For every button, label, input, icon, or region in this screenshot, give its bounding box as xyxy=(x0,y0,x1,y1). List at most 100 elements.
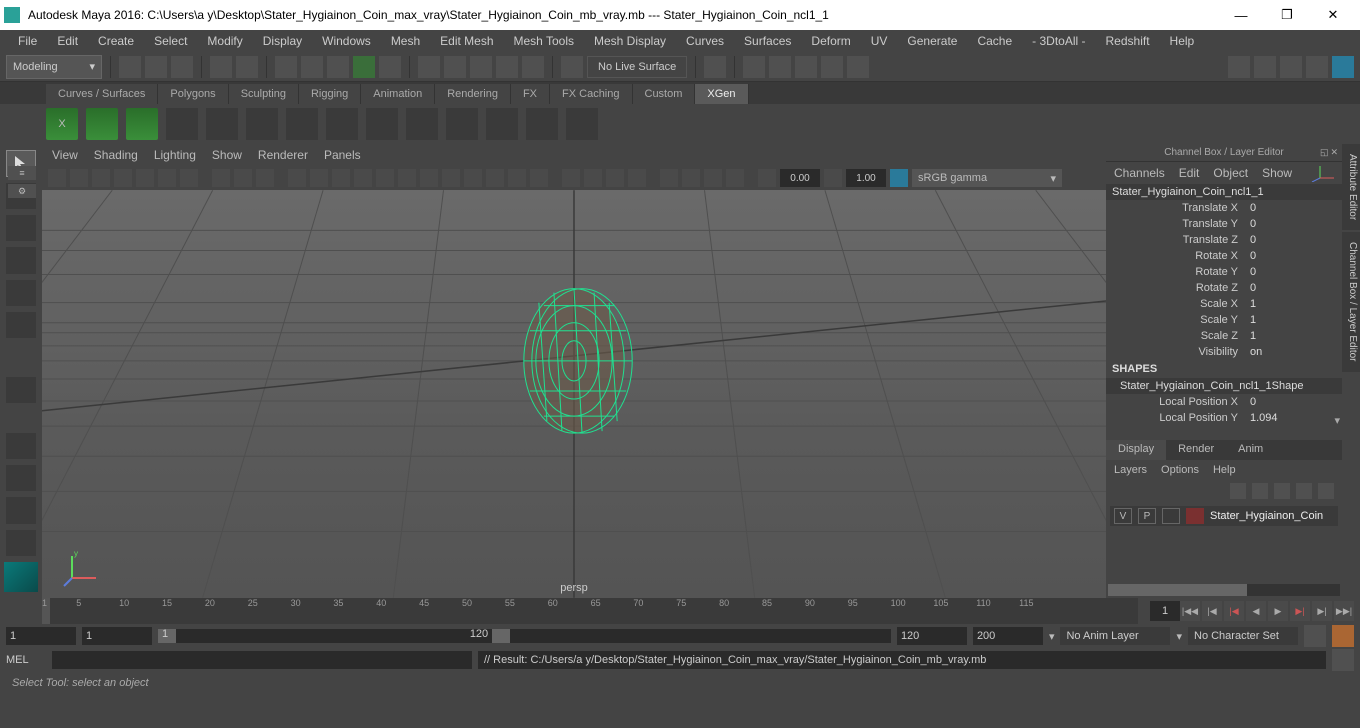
cb-menu-object[interactable]: Object xyxy=(1213,166,1248,180)
render-settings-button[interactable] xyxy=(795,56,817,78)
maximize-button[interactable]: ❐ xyxy=(1264,0,1310,30)
select-by-object-button[interactable] xyxy=(301,56,323,78)
new-scene-button[interactable] xyxy=(119,56,141,78)
range-handle-start[interactable]: 1 xyxy=(158,629,176,643)
viewport-menu-show[interactable]: Show xyxy=(212,148,242,162)
tab-channel-box[interactable]: Channel Box / Layer Editor xyxy=(1342,232,1360,372)
open-scene-button[interactable] xyxy=(145,56,167,78)
four-pane-button[interactable] xyxy=(6,465,36,491)
xgen-icon-14[interactable] xyxy=(566,108,598,140)
character-set-dropdown[interactable]: No Character Set xyxy=(1188,627,1298,645)
xgen-icon-8[interactable] xyxy=(326,108,358,140)
go-to-end-button[interactable]: ▶▶| xyxy=(1334,601,1354,621)
vp-icon[interactable] xyxy=(256,169,274,187)
vp-icon[interactable] xyxy=(310,169,328,187)
vp-icon[interactable] xyxy=(180,169,198,187)
vp-icon[interactable] xyxy=(486,169,504,187)
minimize-button[interactable]: — xyxy=(1218,0,1264,30)
shape-name[interactable]: Stater_Hygiainon_Coin_ncl1_1Shape xyxy=(1106,378,1342,394)
menu-help[interactable]: Help xyxy=(1160,31,1205,51)
vp-icon[interactable] xyxy=(70,169,88,187)
xgen-icon-2[interactable] xyxy=(86,108,118,140)
range-slider-track[interactable]: 1 120 xyxy=(158,629,891,643)
range-handle-end[interactable]: 120 xyxy=(492,629,510,643)
chevron-down-icon[interactable]: ▾ xyxy=(1176,630,1182,643)
vp-icon[interactable] xyxy=(660,169,678,187)
gamma-field[interactable]: 1.00 xyxy=(846,169,886,187)
layer-tab-render[interactable]: Render xyxy=(1166,440,1226,460)
layer-playback-toggle[interactable]: P xyxy=(1138,508,1156,524)
selection-mask-button[interactable] xyxy=(353,56,375,78)
save-scene-button[interactable] xyxy=(171,56,193,78)
menu-surfaces[interactable]: Surfaces xyxy=(734,31,801,51)
layer-icon-2[interactable] xyxy=(1252,483,1268,499)
layer-color-swatch[interactable] xyxy=(1186,508,1204,524)
vp-icon[interactable] xyxy=(136,169,154,187)
script-language-label[interactable]: MEL xyxy=(6,654,46,666)
layer-visibility-toggle[interactable]: V xyxy=(1114,508,1132,524)
move-tool[interactable] xyxy=(6,247,36,273)
panel-layout5-button[interactable] xyxy=(1332,56,1354,78)
rotate-tool[interactable] xyxy=(6,280,36,306)
vp-icon[interactable] xyxy=(562,169,580,187)
snap-grid-button[interactable] xyxy=(418,56,440,78)
panel-layout1-button[interactable] xyxy=(1228,56,1250,78)
snap-point-button[interactable] xyxy=(470,56,492,78)
menu-create[interactable]: Create xyxy=(88,31,144,51)
auto-key-button[interactable] xyxy=(1304,625,1326,647)
viewport-menu-panels[interactable]: Panels xyxy=(324,148,361,162)
menu-mesh-tools[interactable]: Mesh Tools xyxy=(504,31,584,51)
selected-object-name[interactable]: Stater_Hygiainon_Coin_ncl1_1 xyxy=(1106,184,1342,200)
cb-menu-show[interactable]: Show xyxy=(1262,166,1292,180)
shelf-tab-animation[interactable]: Animation xyxy=(361,84,435,104)
snap-plane-button[interactable] xyxy=(496,56,518,78)
xgen-icon-6[interactable] xyxy=(246,108,278,140)
attr-value-field[interactable]: 0 xyxy=(1246,250,1306,262)
chevron-down-icon[interactable]: ▾ xyxy=(1049,630,1055,643)
play-forward-button[interactable]: ▶ xyxy=(1268,601,1288,621)
vp-icon[interactable] xyxy=(332,169,350,187)
panel-layout3-button[interactable] xyxy=(1280,56,1302,78)
vp-icon[interactable] xyxy=(48,169,66,187)
construction-history-button[interactable] xyxy=(704,56,726,78)
layer-menu-layers[interactable]: Layers xyxy=(1114,464,1147,476)
attr-value-field[interactable]: 0 xyxy=(1246,202,1306,214)
xgen-icon-11[interactable] xyxy=(446,108,478,140)
select-by-component-button[interactable] xyxy=(327,56,349,78)
shelf-tab-rendering[interactable]: Rendering xyxy=(435,84,511,104)
vp-icon[interactable] xyxy=(114,169,132,187)
attr-value-field[interactable]: 1.094 xyxy=(1246,412,1306,424)
undock-icon[interactable]: ◱ xyxy=(1320,147,1329,158)
attr-value-field[interactable]: 0 xyxy=(1246,282,1306,294)
attr-value-field[interactable]: 0 xyxy=(1246,396,1306,408)
workspace-mode-dropdown[interactable]: Modeling▾ xyxy=(6,55,102,79)
menu-edit-mesh[interactable]: Edit Mesh xyxy=(430,31,503,51)
menu-mesh[interactable]: Mesh xyxy=(381,31,430,51)
menu-select[interactable]: Select xyxy=(144,31,197,51)
attr-value-field[interactable]: on xyxy=(1246,346,1306,358)
scale-tool[interactable] xyxy=(6,312,36,338)
menu-windows[interactable]: Windows xyxy=(312,31,381,51)
attr-value-field[interactable]: 0 xyxy=(1246,234,1306,246)
attr-value-field[interactable]: 0 xyxy=(1246,218,1306,230)
xgen-icon-4[interactable] xyxy=(166,108,198,140)
command-input[interactable] xyxy=(52,651,472,669)
display-layer-row[interactable]: V P Stater_Hygiainon_Coin xyxy=(1110,506,1338,526)
vp-grid-icon[interactable] xyxy=(212,169,230,187)
vp-icon[interactable] xyxy=(530,169,548,187)
render-view-button[interactable] xyxy=(821,56,843,78)
menu-mesh-display[interactable]: Mesh Display xyxy=(584,31,676,51)
xgen-icon-1[interactable]: X xyxy=(46,108,78,140)
set-key-button[interactable] xyxy=(1332,625,1354,647)
xgen-icon-13[interactable] xyxy=(526,108,558,140)
shelf-tab-rigging[interactable]: Rigging xyxy=(299,84,361,104)
playback-end-field[interactable]: 120 xyxy=(897,627,967,645)
menu-cache[interactable]: Cache xyxy=(967,31,1022,51)
shelf-tab-polygons[interactable]: Polygons xyxy=(158,84,228,104)
redo-button[interactable] xyxy=(236,56,258,78)
shelf-tab-fx[interactable]: FX xyxy=(511,84,550,104)
play-backward-button[interactable]: ◀ xyxy=(1246,601,1266,621)
panel-layout2-button[interactable] xyxy=(1254,56,1276,78)
shelf-tab-custom[interactable]: Custom xyxy=(633,84,696,104)
step-back-key-button[interactable]: |◀ xyxy=(1202,601,1222,621)
